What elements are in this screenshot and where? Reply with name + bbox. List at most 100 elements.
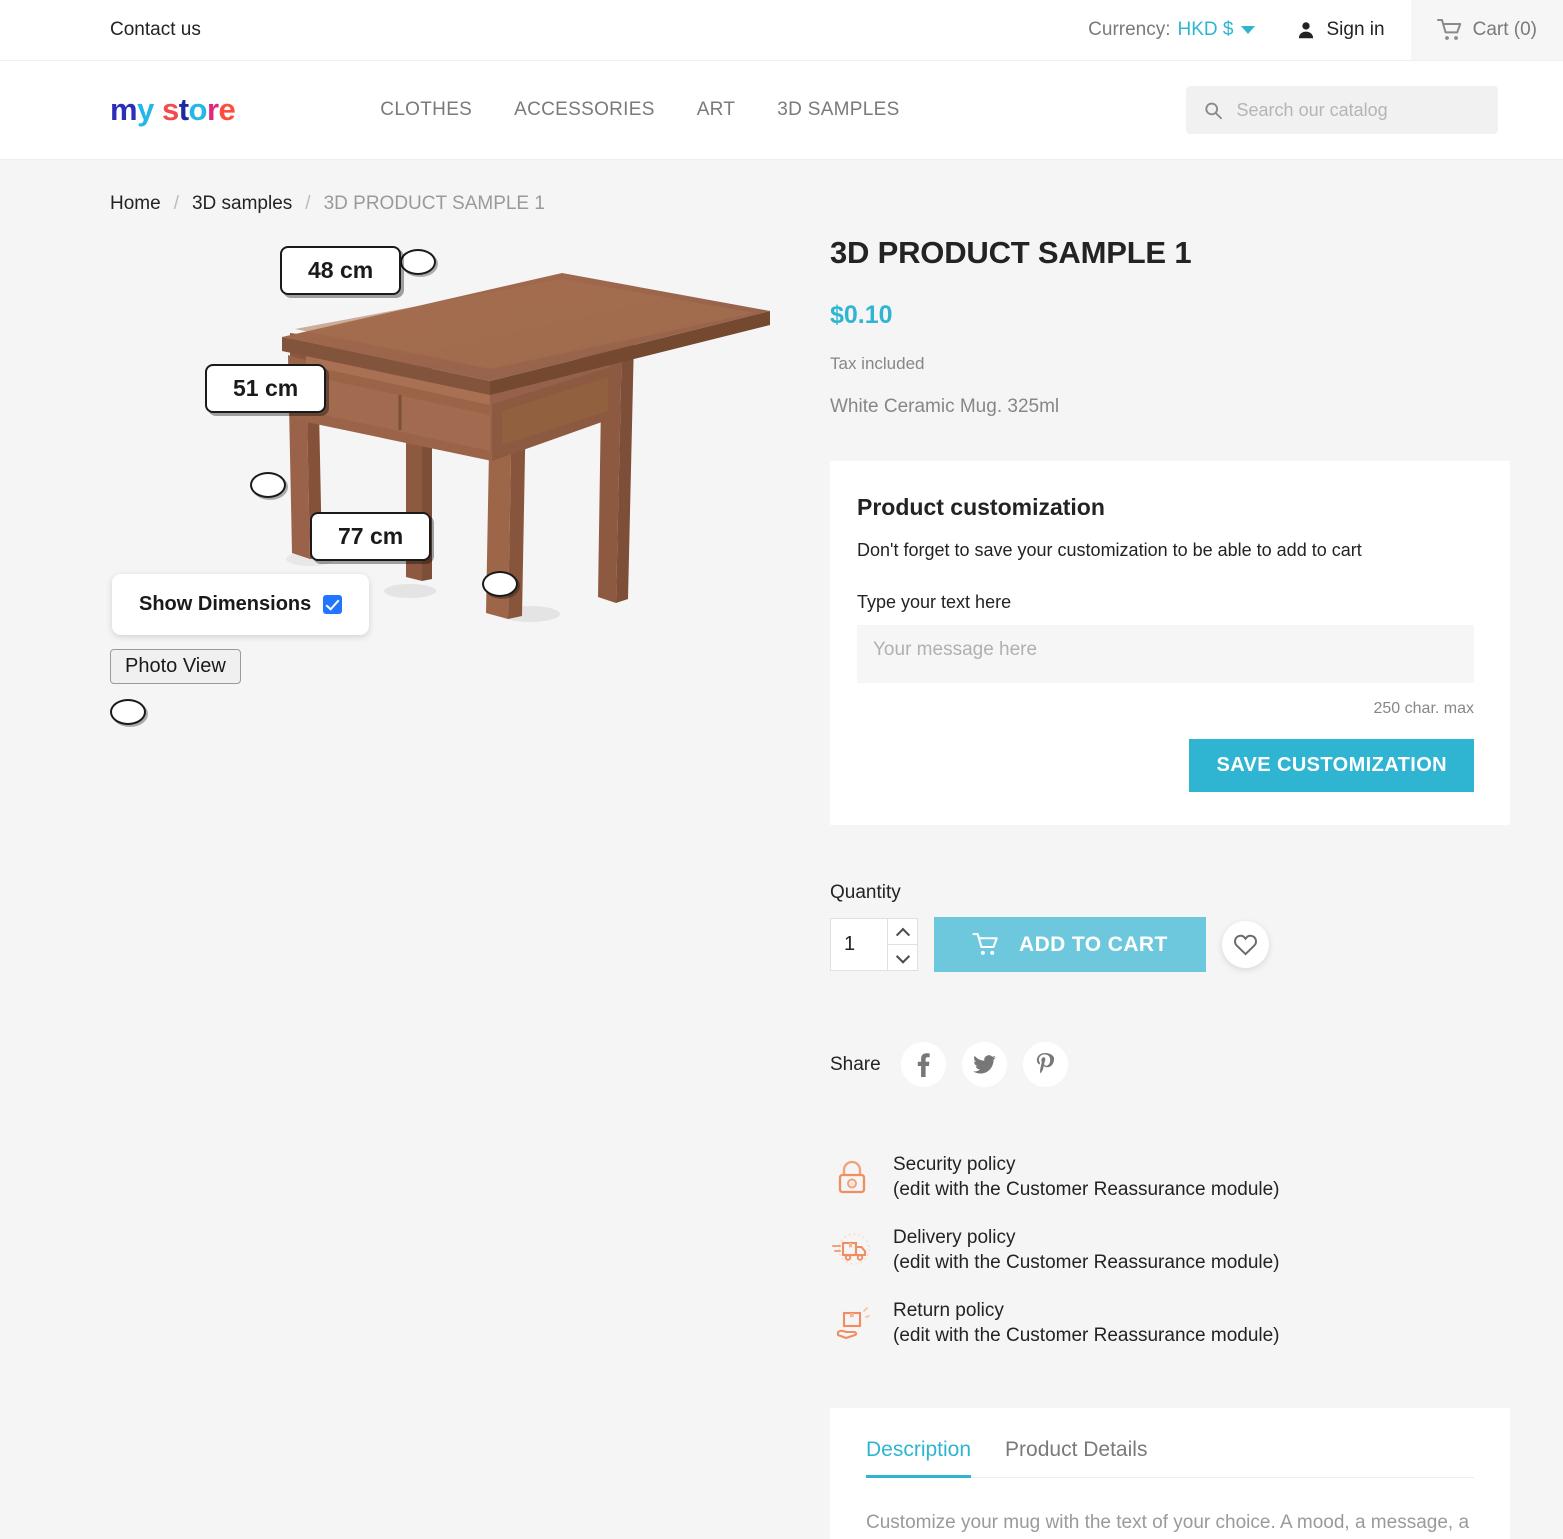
policy-return[interactable]: Return policy (edit with the Customer Re… xyxy=(830,1298,1510,1348)
breadcrumb-current: 3D PRODUCT SAMPLE 1 xyxy=(323,193,545,214)
description-tabs: Description Product Details xyxy=(866,1438,1474,1479)
policy-return-text: Return policy (edit with the Customer Re… xyxy=(893,1298,1280,1348)
policy-return-title: Return policy xyxy=(893,1300,1004,1322)
tax-note: Tax included xyxy=(830,354,925,373)
logo-char-4: t xyxy=(178,92,189,127)
search-icon xyxy=(1205,102,1222,119)
policy-security-note: (edit with the Customer Reassurance modu… xyxy=(893,1179,1280,1201)
heart-icon xyxy=(1233,934,1257,956)
dimension-label-width: 48 cm xyxy=(280,246,402,295)
contact-us-link[interactable]: Contact us xyxy=(110,19,201,41)
sign-in-button[interactable]: Sign in xyxy=(1269,0,1410,60)
description-body: Customize your mug with the text of your… xyxy=(866,1512,1470,1534)
logo-char-5: o xyxy=(188,92,208,127)
add-to-wishlist-button[interactable] xyxy=(1221,921,1269,968)
logo-char-3: s xyxy=(161,92,179,127)
save-row: SAVE CUSTOMIZATION xyxy=(857,739,1474,792)
policy-delivery[interactable]: Delivery policy (edit with the Customer … xyxy=(830,1225,1510,1275)
share-twitter-button[interactable] xyxy=(961,1042,1007,1087)
quantity-stepper[interactable] xyxy=(830,918,918,971)
policy-security-title: Security policy xyxy=(893,1154,1016,1175)
policy-delivery-text: Delivery policy (edit with the Customer … xyxy=(893,1225,1280,1275)
quantity-decrease-button[interactable] xyxy=(888,944,917,970)
pinterest-icon xyxy=(1037,1053,1055,1074)
show-dimensions-panel[interactable]: Show Dimensions xyxy=(112,574,370,635)
cart-label: Cart (0) xyxy=(1472,19,1537,40)
logo-char-6: r xyxy=(206,92,219,127)
save-customization-button[interactable]: SAVE CUSTOMIZATION xyxy=(1189,739,1474,792)
shopping-cart-icon xyxy=(972,933,998,955)
quantity-label: Quantity xyxy=(830,882,901,903)
reassurance-policies: Security policy (edit with the Customer … xyxy=(830,1152,1510,1348)
facebook-icon xyxy=(917,1052,930,1077)
lock-icon xyxy=(838,1161,866,1194)
dimension-anchor-marker xyxy=(482,571,518,597)
main-content: 48 cm 51 cm 77 cm Show Dimensions Photo … xyxy=(0,229,1563,1539)
search-bar[interactable] xyxy=(1186,86,1498,134)
breadcrumb-home[interactable]: Home xyxy=(110,193,161,215)
tab-description[interactable]: Description xyxy=(866,1438,972,1479)
quantity-spin-buttons xyxy=(887,919,917,970)
top-bar: Contact us Currency: HKD $ Sign in Cart … xyxy=(0,0,1563,61)
nav-item-accessories[interactable]: ACCESSORIES xyxy=(514,99,655,121)
top-bar-right: Currency: HKD $ Sign in Cart (0) xyxy=(1074,0,1563,60)
breadcrumb-separator-2: / xyxy=(305,193,311,214)
product-customization-card: Product customization Don't forget to sa… xyxy=(830,461,1510,825)
policy-delivery-title: Delivery policy xyxy=(893,1227,1016,1249)
photo-view-button[interactable]: Photo View xyxy=(110,649,241,684)
nav-item-art[interactable]: ART xyxy=(697,99,736,121)
currency-selector[interactable]: Currency: HKD $ xyxy=(1074,0,1269,60)
policy-security[interactable]: Security policy (edit with the Customer … xyxy=(830,1152,1510,1202)
breadcrumb: Home / 3D samples / 3D PRODUCT SAMPLE 1 xyxy=(110,193,1563,215)
description-card: Description Product Details Customize yo… xyxy=(830,1408,1510,1539)
twitter-icon xyxy=(972,1055,996,1074)
share-facebook-button[interactable] xyxy=(900,1042,946,1087)
page-title: 3D PRODUCT SAMPLE 1 xyxy=(830,235,1192,270)
nav-item-clothes[interactable]: CLOTHES xyxy=(380,99,472,121)
tab-product-details[interactable]: Product Details xyxy=(1005,1438,1147,1477)
dimension-anchor-marker xyxy=(110,699,146,725)
share-section: Share xyxy=(830,1042,1510,1087)
logo-char-1: y xyxy=(137,92,154,127)
shopping-cart-icon xyxy=(1436,19,1461,40)
share-pinterest-button[interactable] xyxy=(1022,1042,1068,1087)
product-3d-viewer[interactable]: 48 cm 51 cm 77 cm Show Dimensions Photo … xyxy=(110,229,810,725)
dimension-label-depth: 51 cm xyxy=(205,364,327,413)
chevron-up-icon xyxy=(895,927,910,942)
purchase-row: ADD TO CART xyxy=(830,917,1510,972)
chevron-down-icon xyxy=(1241,26,1256,34)
quantity-increase-button[interactable] xyxy=(888,919,917,944)
user-icon xyxy=(1299,22,1314,39)
logo-char-0: m xyxy=(110,92,138,127)
dimension-anchor-marker xyxy=(250,472,286,498)
breadcrumb-separator-1: / xyxy=(173,193,179,214)
logo-char-2 xyxy=(154,92,162,127)
customization-field-label: Type your text here xyxy=(857,592,1012,612)
nav-item-3d-samples[interactable]: 3D SAMPLES xyxy=(777,99,899,121)
add-to-cart-button[interactable]: ADD TO CART xyxy=(934,917,1206,972)
share-label: Share xyxy=(830,1053,881,1075)
main-navigation: CLOTHES ACCESSORIES ART 3D SAMPLES xyxy=(380,99,899,121)
customization-subtitle: Don't forget to save your customization … xyxy=(857,540,1362,560)
search-input[interactable] xyxy=(1236,99,1480,121)
add-to-cart-label: ADD TO CART xyxy=(1019,932,1168,956)
sign-in-label: Sign in xyxy=(1326,19,1385,40)
char-limit-note: 250 char. max xyxy=(1373,700,1475,717)
quantity-input[interactable] xyxy=(831,919,887,970)
customization-title: Product customization xyxy=(857,494,1105,520)
customization-textarea[interactable] xyxy=(857,625,1474,683)
policy-return-note: (edit with the Customer Reassurance modu… xyxy=(893,1325,1280,1347)
show-dimensions-checkbox[interactable] xyxy=(323,595,343,614)
cart-button[interactable]: Cart (0) xyxy=(1410,0,1563,60)
product-viewer-column: 48 cm 51 cm 77 cm Show Dimensions Photo … xyxy=(110,229,820,1539)
truck-icon xyxy=(832,1233,870,1265)
product-info-column: 3D PRODUCT SAMPLE 1 $0.10 Tax included W… xyxy=(830,229,1510,1539)
dimension-anchor-marker xyxy=(400,249,436,275)
currency-value: HKD $ xyxy=(1177,19,1234,40)
site-logo[interactable]: my store xyxy=(110,92,236,128)
policy-security-text: Security policy (edit with the Customer … xyxy=(893,1152,1280,1202)
breadcrumb-category[interactable]: 3D samples xyxy=(192,193,292,215)
return-box-icon xyxy=(836,1307,870,1340)
dimension-label-height: 77 cm xyxy=(310,512,432,561)
site-header: my store CLOTHES ACCESSORIES ART 3D SAMP… xyxy=(0,61,1563,160)
